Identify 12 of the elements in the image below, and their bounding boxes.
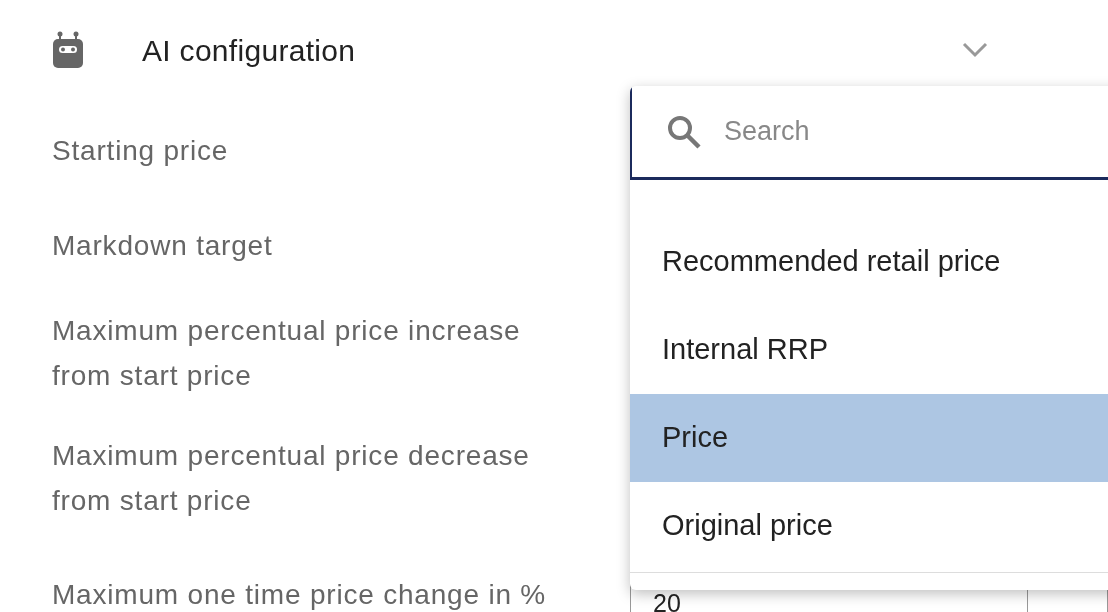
field-label: Markdown target xyxy=(52,228,274,263)
field-label: Maximum percentual price increase from start price xyxy=(52,313,522,393)
robot-icon xyxy=(52,31,84,69)
field-label: Starting price xyxy=(52,133,230,168)
dropdown-option[interactable]: Price xyxy=(630,394,1108,482)
section-title: AI configuration xyxy=(142,32,356,69)
search-input[interactable]: Search xyxy=(722,110,1102,153)
chevron-down-icon[interactable] xyxy=(962,42,988,58)
field-label: Maximum one time price change in % xyxy=(52,578,548,612)
field-value: 20 xyxy=(652,593,682,612)
field-label: Maximum percentual price decrease from start price xyxy=(52,438,531,518)
search-icon xyxy=(666,113,702,150)
